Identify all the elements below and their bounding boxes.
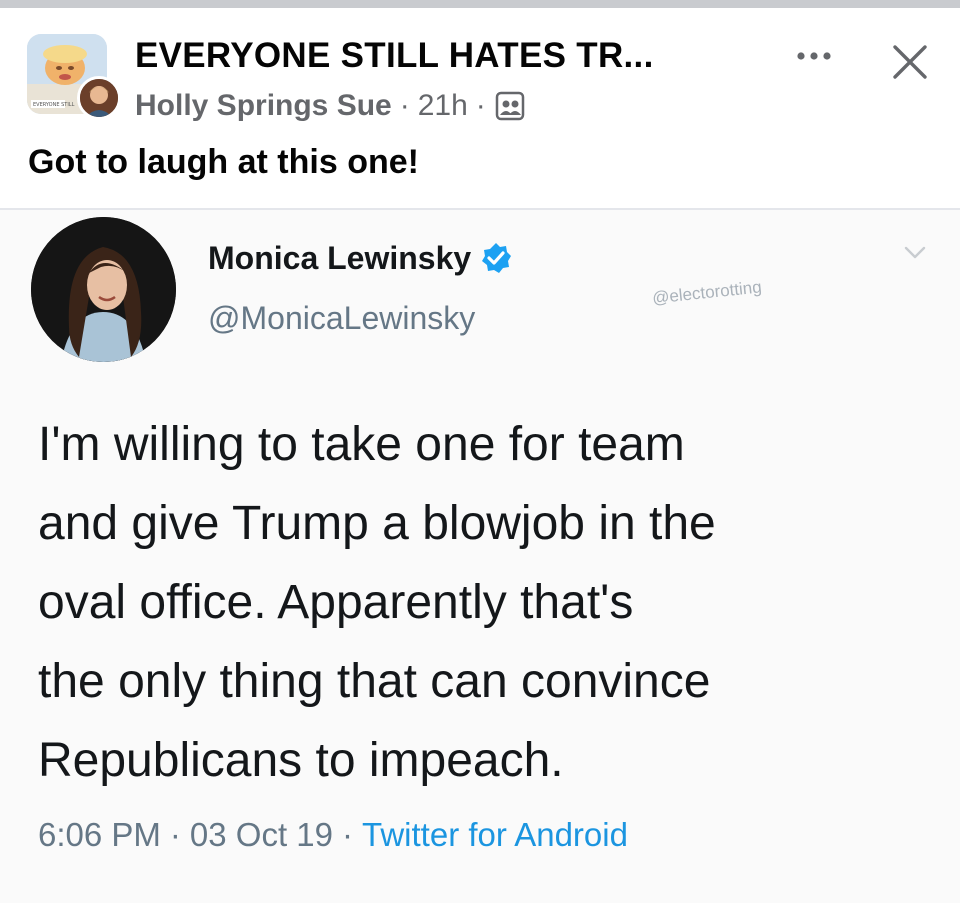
verified-badge-icon xyxy=(479,241,513,275)
post-avatar-group[interactable]: EVERYONE STILL xyxy=(27,34,121,120)
footer-separator: · xyxy=(169,816,181,853)
group-members-icon xyxy=(494,90,526,122)
tweet-screenshot: Monica Lewinsky @MonicaLewinsky @elector… xyxy=(0,210,960,903)
tweet-footer: 6:06 PM · 03 Oct 19 · Twitter for Androi… xyxy=(38,811,628,859)
tweet-name-row: Monica Lewinsky xyxy=(208,236,513,280)
tweet-text-line: the only thing that can convince xyxy=(38,655,711,708)
tweet-source: Twitter for Android xyxy=(362,816,628,853)
close-button[interactable] xyxy=(882,34,938,90)
post-caption: Got to laugh at this one! xyxy=(28,143,419,181)
tweet-handle: @MonicaLewinsky xyxy=(208,300,476,336)
tweet-body: I'm willing to take one for team and giv… xyxy=(38,405,938,800)
post-header: EVERYONE STILL EVERYONE STILL HATES TR..… xyxy=(0,8,960,140)
tweet-time: 6:06 PM xyxy=(38,816,161,853)
more-options-button[interactable] xyxy=(790,36,838,76)
post-meta: Holly Springs Sue · 21h · xyxy=(135,86,526,126)
tweet-text-line: I'm willing to take one for team xyxy=(38,418,685,471)
post-author-link[interactable]: Holly Springs Sue xyxy=(135,89,392,123)
footer-separator: · xyxy=(342,816,353,853)
user-avatar[interactable] xyxy=(77,76,121,120)
tweet-text-line: oval office. Apparently that's xyxy=(38,576,634,629)
watermark-text: @electorotting xyxy=(651,277,763,308)
group-avatar-text: EVERYONE STILL xyxy=(33,102,75,108)
more-options-icon xyxy=(797,52,831,60)
tweet-text-line: and give Trump a blowjob in the xyxy=(38,497,716,550)
post-timestamp[interactable]: 21h xyxy=(418,89,468,123)
top-strip xyxy=(0,0,960,8)
close-icon xyxy=(893,45,927,79)
meta-separator: · xyxy=(475,89,486,122)
tweet-avatar xyxy=(31,217,176,362)
tweet-display-name: Monica Lewinsky xyxy=(208,239,472,276)
tweet-text-line: Republicans to impeach. xyxy=(38,734,564,787)
chevron-down-icon xyxy=(898,240,932,266)
tweet-date: 03 Oct 19 xyxy=(189,816,333,853)
group-name-link[interactable]: EVERYONE STILL HATES TR... xyxy=(135,36,654,76)
meta-separator: · xyxy=(399,89,410,122)
